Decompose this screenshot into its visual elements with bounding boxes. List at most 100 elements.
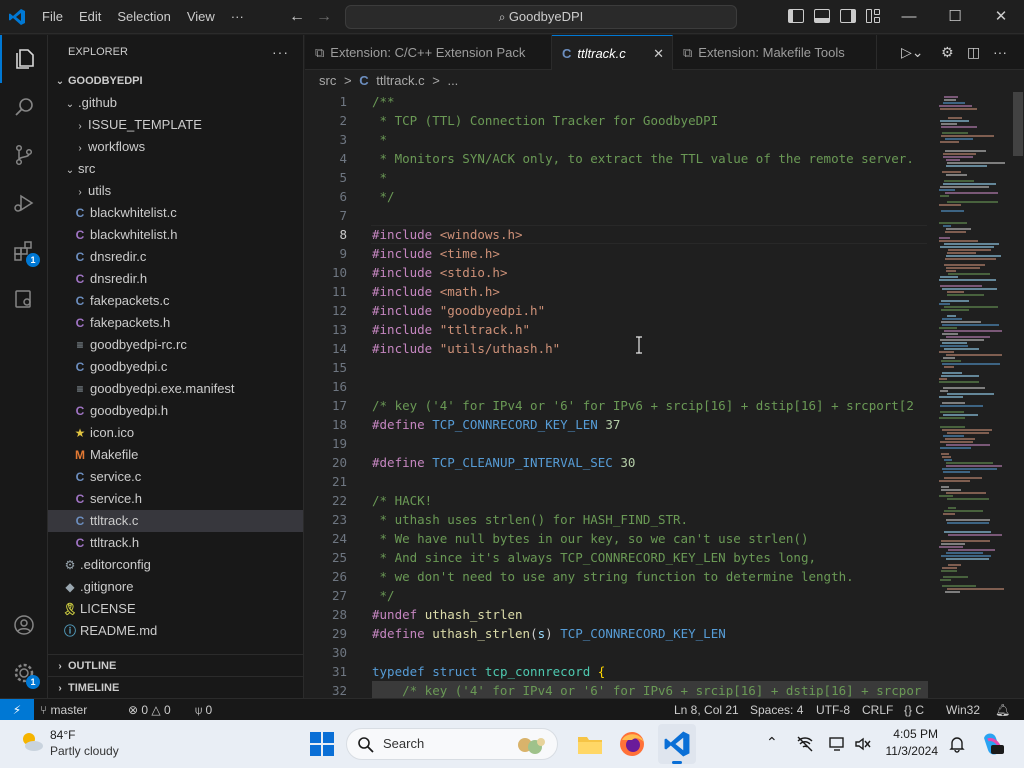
tree-item[interactable]: Cblackwhitelist.c [48,202,303,224]
line-number: 17 [331,398,347,413]
tree-item[interactable]: Cblackwhitelist.h [48,224,303,246]
toggle-panel-icon[interactable] [814,9,830,23]
source-control-icon[interactable] [0,131,48,179]
close-tab-icon[interactable]: ✕ [653,36,664,70]
explorer-more-icon[interactable]: ··· [272,35,289,70]
tree-item[interactable]: ⌄ src [48,158,303,180]
menu-file[interactable]: File [34,0,71,34]
remote-explorer-icon[interactable] [0,275,48,323]
explorer-icon[interactable] [0,35,48,83]
weather-condition[interactable]: Partly cloudy [50,744,119,758]
notifications-bell-icon[interactable]: 🔔︎ [995,699,1010,721]
tree-item[interactable]: › workflows [48,136,303,158]
tree-item[interactable]: ◆ .gitignore [48,576,303,598]
tree-item[interactable]: ≡ goodbyedpi.exe.manifest [48,378,303,400]
menu-view[interactable]: View [179,0,223,34]
code-editor[interactable]: 1 /** 2 * TCP (TTL) Connection Tracker for… [305,92,1024,698]
partly-cloudy-icon[interactable] [18,728,46,756]
extensions-icon[interactable]: 1 [0,227,48,275]
windows-start-icon[interactable] [308,730,336,758]
tab-extension-cpp-pack[interactable]: ⧉ Extension: C/C++ Extension Pack [305,35,552,70]
tree-item[interactable]: ⌄ .github [48,92,303,114]
encoding[interactable]: UTF-8 [816,699,850,721]
taskbar-clock[interactable]: 4:05 PM 11/3/2024 [880,726,939,760]
language-mode[interactable]: {} C [904,699,924,721]
breadcrumb-src[interactable]: src [319,73,336,88]
code-token: ) [545,626,561,641]
split-editor-icon[interactable]: ◫ [967,35,980,70]
search-view-icon[interactable] [0,83,48,131]
close-window-button[interactable]: ✕ [978,0,1024,34]
tree-item[interactable]: Cgoodbyedpi.h [48,400,303,422]
forward-arrow-icon[interactable]: → [316,8,332,26]
tree-item[interactable]: Cdnsredir.c [48,246,303,268]
vscode-taskbar-active[interactable] [658,724,696,764]
tree-item[interactable]: ⚙ .editorconfig [48,554,303,576]
volume-muted-icon[interactable] [854,735,872,753]
editor-scrollbar[interactable] [1011,92,1024,698]
breadcrumb-symbols[interactable]: ... [447,73,458,88]
outline-section[interactable]: › OUTLINE [48,654,303,676]
tree-item[interactable]: Cttltrack.h [48,532,303,554]
line-ending[interactable]: CRLF [862,699,893,721]
tree-item[interactable]: Cttltrack.c [48,510,303,532]
ports-indicator[interactable]: ⍦ 0 [195,699,212,721]
problems-indicator[interactable]: ⊗ 0 △ 0 [128,699,171,721]
remote-indicator-icon[interactable]: ⚡ [0,699,34,721]
cursor-position[interactable]: Ln 8, Col 21 [674,699,739,721]
tree-item[interactable]: Cdnsredir.h [48,268,303,290]
branch-indicator[interactable]: ⑂ master [40,699,87,721]
configuration[interactable]: Win32 [946,699,980,721]
git-branch-icon: ⑂ [40,703,51,717]
tree-item[interactable]: ≡ goodbyedpi-rc.rc [48,334,303,356]
notification-bell-icon[interactable] [948,735,966,753]
toggle-primary-sidebar-icon[interactable] [788,9,804,23]
command-center[interactable]: ⌕ GoodbyeDPI [345,5,737,29]
indentation[interactable]: Spaces: 4 [750,699,803,721]
menu-edit[interactable]: Edit [71,0,109,34]
copilot-icon[interactable] [978,730,1006,758]
breadcrumb-file[interactable]: ttltrack.c [376,73,424,88]
minimize-button[interactable]: — [886,0,932,34]
manage-gear-icon[interactable]: 1 [0,649,48,697]
timeline-section[interactable]: › TIMELINE [48,676,303,698]
firefox-icon[interactable] [618,730,646,758]
maximize-button[interactable]: ☐ [932,0,978,34]
taskbar-search[interactable]: Search [346,728,558,760]
chevron-right-icon: › [78,143,82,154]
tree-item[interactable]: Cservice.c [48,466,303,488]
back-arrow-icon[interactable]: ← [289,8,305,26]
tab-ttltrack-c[interactable]: Cttltrack.c ✕ [552,35,673,70]
minimap-line [942,171,961,173]
customize-layout-icon[interactable] [866,9,880,23]
settings-gear-icon[interactable]: ⚙ [941,35,954,70]
tree-item[interactable]: Cfakepackets.c [48,290,303,312]
line-number: 27 [331,588,347,603]
network-disconnected-icon[interactable] [796,735,814,753]
tree-item[interactable]: Cfakepackets.h [48,312,303,334]
tree-item[interactable]: 🎗︎ LICENSE [48,598,303,620]
weather-temperature[interactable]: 84°F [50,728,75,742]
chevron-up-icon[interactable]: ⌃ [766,734,778,751]
accounts-icon[interactable] [0,601,48,649]
tab-extension-makefile-tools[interactable]: ⧉ Extension: Makefile Tools [673,35,877,70]
file-explorer-icon[interactable] [576,730,604,758]
run-code-icon[interactable]: ▷⌄ [901,35,924,70]
tree-item[interactable]: › utils [48,180,303,202]
run-debug-icon[interactable] [0,179,48,227]
tree-item[interactable]: Cgoodbyedpi.c [48,356,303,378]
menu-more[interactable]: ··· [223,0,252,34]
tree-item[interactable]: › ISSUE_TEMPLATE [48,114,303,136]
code-token: uthash_strlen [424,607,523,622]
workspace-root[interactable]: ⌄ GOODBYEDPI [48,70,303,92]
tree-item[interactable]: Cservice.h [48,488,303,510]
tree-item[interactable]: ⓘ README.md [48,620,303,642]
tree-item[interactable]: M Makefile [48,444,303,466]
tree-item[interactable]: ★ icon.ico [48,422,303,444]
scrollbar-thumb[interactable] [1013,92,1023,156]
toggle-secondary-sidebar-icon[interactable] [840,9,856,23]
display-icon[interactable] [828,735,846,753]
minimap[interactable] [933,92,1011,612]
menu-selection[interactable]: Selection [109,0,178,34]
editor-more-icon[interactable]: ··· [993,35,1007,70]
